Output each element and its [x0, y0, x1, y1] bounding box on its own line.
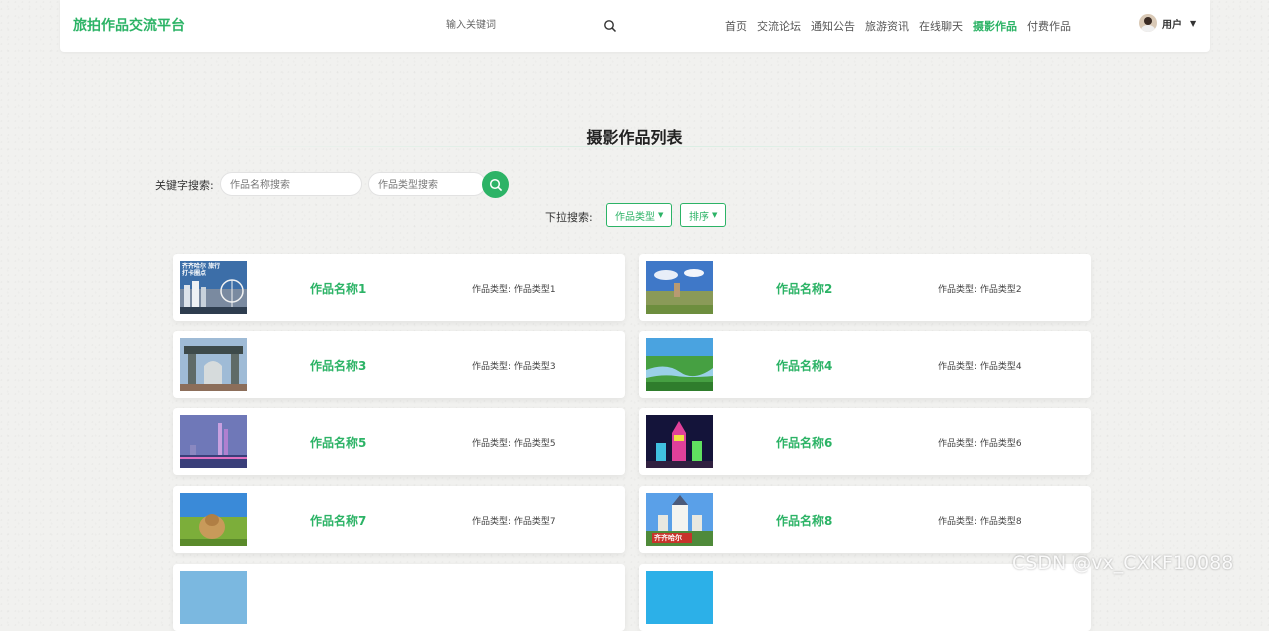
name-search-box	[220, 172, 362, 198]
work-type-label: 作品类型:	[472, 285, 512, 295]
type-dropdown[interactable]: 作品类型 ▼	[606, 203, 673, 227]
work-card[interactable]	[639, 564, 1091, 631]
nav-forum[interactable]: 交流论坛	[757, 18, 801, 34]
work-type: 作品类型: 作品类型1	[472, 282, 556, 295]
work-thumbnail[interactable]: 齐齐哈尔	[646, 493, 713, 546]
top-navbar: 旅拍作品交流平台 首页 交流论坛 通知公告 旅游资讯 在线聊天 摄影作品 付费作…	[60, 0, 1210, 52]
work-thumbnail[interactable]	[646, 338, 713, 391]
work-card[interactable]: 作品名称2 作品类型: 作品类型2	[639, 254, 1091, 321]
type-search-input[interactable]	[369, 173, 480, 198]
work-type: 作品类型: 作品类型8	[938, 514, 1022, 527]
work-type-value: 作品类型7	[513, 517, 556, 527]
search-icon	[489, 178, 502, 191]
work-thumbnail[interactable]	[180, 415, 247, 468]
work-type-label: 作品类型:	[938, 285, 978, 295]
work-type-value: 作品类型6	[979, 439, 1022, 449]
page-title: 摄影作品列表	[586, 128, 683, 147]
work-name[interactable]: 作品名称8	[776, 512, 832, 529]
work-card[interactable]: 作品名称3 作品类型: 作品类型3	[173, 331, 625, 398]
chevron-down-icon[interactable]: ▼	[1190, 19, 1196, 28]
work-type-label: 作品类型:	[472, 362, 512, 372]
avatar[interactable]	[1139, 14, 1157, 32]
work-type-label: 作品类型:	[938, 517, 978, 527]
work-type: 作品类型: 作品类型4	[938, 359, 1022, 372]
sort-dropdown[interactable]: 排序 ▼	[680, 203, 727, 227]
dropdown-search-label: 下拉搜索:	[545, 211, 593, 224]
user-menu[interactable]: 用户 ▼	[1139, 14, 1196, 32]
top-search-box	[438, 11, 628, 39]
top-search-input[interactable]	[438, 11, 608, 39]
work-thumbnail[interactable]	[180, 493, 247, 546]
work-card[interactable]: 作品名称6 作品类型: 作品类型6	[639, 408, 1091, 475]
work-type: 作品类型: 作品类型5	[472, 436, 556, 449]
caret-down-icon: ▼	[712, 211, 718, 219]
work-type: 作品类型: 作品类型3	[472, 359, 556, 372]
watermark: CSDN @vx_CXKF10088	[1012, 552, 1234, 574]
work-name[interactable]: 作品名称5	[310, 434, 366, 451]
work-type-value: 作品类型8	[979, 517, 1022, 527]
work-type-value: 作品类型4	[979, 362, 1022, 372]
work-type: 作品类型: 作品类型6	[938, 436, 1022, 449]
nav-notice[interactable]: 通知公告	[811, 18, 855, 34]
nav-chat[interactable]: 在线聊天	[919, 18, 963, 34]
work-thumbnail[interactable]	[646, 261, 713, 314]
work-type-value: 作品类型5	[513, 439, 556, 449]
work-name[interactable]: 作品名称4	[776, 357, 832, 374]
work-thumbnail[interactable]	[180, 571, 247, 624]
work-name[interactable]: 作品名称7	[310, 512, 366, 529]
search-icon[interactable]	[603, 18, 617, 33]
thumbnail-caption: 齐齐哈尔	[654, 534, 682, 542]
work-card[interactable]: 作品名称5 作品类型: 作品类型5	[173, 408, 625, 475]
nav-home[interactable]: 首页	[725, 18, 747, 34]
work-type: 作品类型: 作品类型2	[938, 282, 1022, 295]
work-type: 作品类型: 作品类型7	[472, 514, 556, 527]
work-type-label: 作品类型:	[472, 439, 512, 449]
sort-dropdown-label: 排序	[689, 211, 709, 223]
work-type-value: 作品类型3	[513, 362, 556, 372]
search-button[interactable]	[482, 171, 509, 198]
work-card[interactable]: 齐齐哈尔 作品名称8 作品类型: 作品类型8	[639, 486, 1091, 553]
nav-travel-news[interactable]: 旅游资讯	[865, 18, 909, 34]
work-card[interactable]: 作品名称4 作品类型: 作品类型4	[639, 331, 1091, 398]
work-type-value: 作品类型1	[513, 285, 556, 295]
work-name[interactable]: 作品名称2	[776, 280, 832, 297]
work-thumbnail[interactable]: 齐齐哈尔 旅行打卡圈点	[180, 261, 247, 314]
work-thumbnail[interactable]	[646, 415, 713, 468]
work-type-label: 作品类型:	[472, 517, 512, 527]
work-card[interactable]: 作品名称7 作品类型: 作品类型7	[173, 486, 625, 553]
thumbnail-caption: 齐齐哈尔 旅行打卡圈点	[182, 263, 221, 277]
work-type-label: 作品类型:	[938, 362, 978, 372]
work-name[interactable]: 作品名称6	[776, 434, 832, 451]
nav-paid-works[interactable]: 付费作品	[1027, 18, 1071, 34]
caret-down-icon: ▼	[658, 211, 664, 219]
type-search-box	[368, 172, 486, 198]
work-thumbnail[interactable]	[646, 571, 713, 624]
main-nav: 首页 交流论坛 通知公告 旅游资讯 在线聊天 摄影作品 付费作品	[725, 18, 1081, 34]
name-search-input[interactable]	[221, 173, 352, 198]
keyword-search-label: 关键字搜索:	[155, 179, 214, 192]
work-card[interactable]	[173, 564, 625, 631]
work-type-value: 作品类型2	[979, 285, 1022, 295]
work-name[interactable]: 作品名称1	[310, 280, 366, 297]
work-thumbnail[interactable]	[180, 338, 247, 391]
nav-photo-works[interactable]: 摄影作品	[973, 18, 1017, 34]
user-name[interactable]: 用户	[1162, 16, 1182, 31]
work-card[interactable]: 齐齐哈尔 旅行打卡圈点 作品名称1 作品类型: 作品类型1	[173, 254, 625, 321]
work-name[interactable]: 作品名称3	[310, 357, 366, 374]
type-dropdown-label: 作品类型	[615, 211, 655, 223]
work-type-label: 作品类型:	[938, 439, 978, 449]
title-divider	[190, 146, 1090, 147]
site-logo[interactable]: 旅拍作品交流平台	[73, 15, 185, 35]
